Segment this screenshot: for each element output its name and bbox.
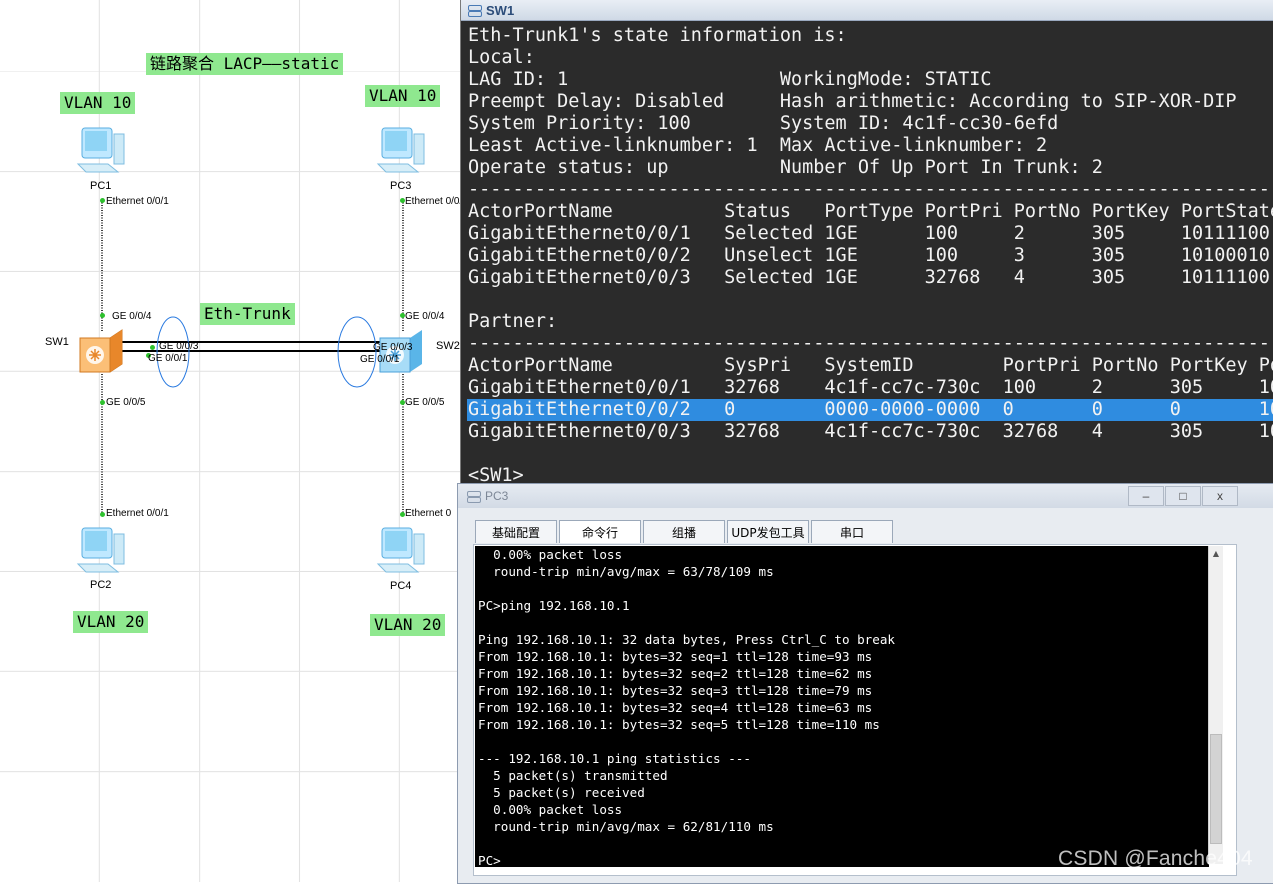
- scrollbar-thumb[interactable]: [1210, 734, 1222, 844]
- console-line: LAG ID: 1 WorkingMode: STATIC: [468, 69, 992, 90]
- console-line: ----------------------------------------…: [468, 179, 1273, 200]
- console-line: System Priority: 100 System ID: 4c1f-cc3…: [468, 113, 1059, 134]
- console-line: Operate status: up Number Of Up Port In …: [468, 157, 1103, 178]
- terminal-app-icon: [467, 3, 482, 17]
- port-dot: [100, 313, 105, 318]
- minimize-button[interactable]: –: [1128, 486, 1164, 506]
- console-line: PC>ping 192.168.10.1: [478, 598, 630, 613]
- pc3-icon: [376, 127, 425, 173]
- console-line: 0.00% packet loss: [478, 547, 623, 562]
- console-line: From 192.168.10.1: bytes=32 seq=2 ttl=12…: [478, 666, 873, 681]
- console-line: round-trip min/avg/max = 62/81/110 ms: [478, 819, 774, 834]
- port-dot: [150, 345, 155, 350]
- tab-command-line[interactable]: 命令行: [559, 520, 641, 543]
- sw1-console-output[interactable]: Eth-Trunk1's state information is: Local:…: [461, 21, 1273, 513]
- terminal-app-icon: [466, 489, 481, 503]
- pc3-command-panel: 0.00% packet loss round-trip min/avg/max…: [473, 544, 1237, 876]
- pc3-window-title: PC3: [485, 489, 509, 503]
- console-line: Local:: [468, 47, 535, 68]
- tab-multicast[interactable]: 组播: [643, 520, 725, 543]
- pc4-icon: [376, 527, 425, 573]
- console-line: 0.00% packet loss: [478, 802, 623, 817]
- window-controls: – □ x: [1128, 486, 1239, 506]
- pc3-console-output[interactable]: 0.00% packet loss round-trip min/avg/max…: [475, 546, 1209, 867]
- port-label-sw1-ge1: GE 0/0/1: [148, 353, 188, 364]
- vlan-label-pc1: VLAN 10: [60, 92, 136, 114]
- port-label-pc2-eth: Ethernet 0/0/1: [106, 508, 169, 519]
- sw1-caption: SW1: [45, 336, 69, 348]
- console-line: From 192.168.10.1: bytes=32 seq=5 ttl=12…: [478, 717, 880, 732]
- pc3-tab-bar: 基础配置 命令行 组播 UDP发包工具 串口: [475, 520, 895, 543]
- pc3-titlebar[interactable]: PC3 – □ x: [458, 484, 1273, 508]
- highlighted-console-line: GigabitEthernet0/0/2 0 0000-0000-0000 0 …: [467, 399, 1273, 421]
- title-label: 链路聚合 LACP——static: [146, 53, 344, 75]
- topology-links: [76, 127, 425, 573]
- port-label-sw2-ge1: GE 0/0/1: [360, 354, 400, 365]
- port-label-sw2-ge3: GE 0/0/3: [373, 342, 413, 353]
- port-label-pc4-eth: Ethernet 0: [405, 508, 452, 519]
- console-line: GigabitEthernet0/0/1 Selected 1GE 100 2 …: [468, 223, 1270, 244]
- console-line: Preempt Delay: Disabled Hash arithmetic:…: [468, 91, 1237, 112]
- port-dot: [100, 512, 105, 517]
- sw1-switch-icon: [79, 329, 123, 373]
- pc3-caption: PC3: [390, 180, 412, 192]
- tab-basic-config[interactable]: 基础配置: [475, 520, 557, 543]
- port-label-sw1-ge3: GE 0/0/3: [159, 341, 199, 352]
- console-line: GigabitEthernet0/0/3 32768 4c1f-cc7c-730…: [468, 421, 1273, 442]
- console-line: Eth-Trunk1's state information is:: [468, 25, 847, 46]
- pc3-window[interactable]: PC3 – □ x 基础配置 命令行 组播 UDP发包工具 串口 0.00% p…: [457, 483, 1273, 884]
- sw2-caption: SW2: [436, 340, 460, 352]
- port-dot: [100, 198, 105, 203]
- port-label-pc1-eth: Ethernet 0/0/1: [106, 196, 169, 207]
- console-line: From 192.168.10.1: bytes=32 seq=1 ttl=12…: [478, 649, 873, 664]
- watermark: CSDN @Fanche404: [1058, 847, 1253, 870]
- console-line: 5 packet(s) transmitted: [478, 768, 668, 783]
- vlan-label-pc3: VLAN 10: [365, 85, 441, 107]
- pc1-icon: [76, 127, 125, 173]
- tab-udp-tool[interactable]: UDP发包工具: [727, 520, 809, 543]
- maximize-button[interactable]: □: [1165, 486, 1201, 506]
- console-line: GigabitEthernet0/0/2 Unselect 1GE 100 3 …: [468, 245, 1270, 266]
- sw1-console-window[interactable]: SW1 Eth-Trunk1's state information is: Lo…: [460, 0, 1273, 512]
- console-line: Least Active-linknumber: 1 Max Active-li…: [468, 135, 1048, 156]
- console-line: ActorPortName SysPri SystemID PortPri Po…: [468, 355, 1273, 376]
- console-line: Partner:: [468, 311, 558, 332]
- console-line: ActorPortName Status PortType PortPri Po…: [468, 201, 1273, 222]
- port-dot: [100, 400, 105, 405]
- scroll-up-icon[interactable]: ▲: [1209, 546, 1223, 560]
- close-button[interactable]: x: [1202, 486, 1238, 506]
- vlan-label-pc4: VLAN 20: [370, 614, 446, 636]
- pc2-icon: [76, 527, 125, 573]
- port-label-sw1-ge5: GE 0/0/5: [106, 397, 146, 408]
- sw1-window-title: SW1: [486, 2, 515, 18]
- console-line: 5 packet(s) received: [478, 785, 645, 800]
- console-line: ----------------------------------------…: [468, 333, 1273, 354]
- console-line: From 192.168.10.1: bytes=32 seq=3 ttl=12…: [478, 683, 873, 698]
- sw1-titlebar[interactable]: SW1: [461, 0, 1273, 21]
- console-line: GigabitEthernet0/0/1 32768 4c1f-cc7c-730…: [468, 377, 1273, 398]
- tab-serial[interactable]: 串口: [811, 520, 893, 543]
- console-line: Ping 192.168.10.1: 32 data bytes, Press …: [478, 632, 896, 647]
- console-line: round-trip min/avg/max = 63/78/109 ms: [478, 564, 774, 579]
- port-label-sw2-ge4: GE 0/0/4: [405, 311, 445, 322]
- vlan-label-pc2: VLAN 20: [73, 611, 149, 633]
- port-label-sw2-ge5: GE 0/0/5: [405, 397, 445, 408]
- port-label-pc3-eth: Ethernet 0/0/1: [405, 196, 460, 207]
- console-scrollbar[interactable]: ▲: [1208, 546, 1223, 864]
- port-label-sw1-ge4: GE 0/0/4: [112, 311, 152, 322]
- console-line: --- 192.168.10.1 ping statistics ---: [478, 751, 751, 766]
- console-line: From 192.168.10.1: bytes=32 seq=4 ttl=12…: [478, 700, 873, 715]
- pc4-caption: PC4: [390, 580, 412, 592]
- pc1-caption: PC1: [90, 180, 112, 192]
- console-line: GigabitEthernet0/0/3 Selected 1GE 32768 …: [468, 267, 1270, 288]
- pc2-caption: PC2: [90, 579, 112, 591]
- eth-trunk-label: Eth-Trunk: [200, 303, 295, 325]
